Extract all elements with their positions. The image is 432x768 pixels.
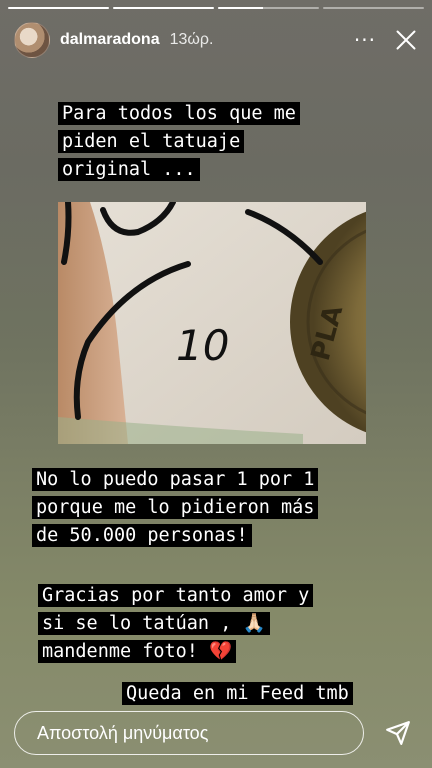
progress-segment (8, 7, 109, 9)
username[interactable]: dalmaradona (60, 31, 160, 49)
tattoo-number: 10 (176, 321, 229, 370)
caption-middle: No lo puedo pasar 1 por 1 porque me lo p… (32, 466, 319, 550)
caption-line: Gracias por tanto amor y (38, 584, 314, 607)
caption-line: original ... (58, 158, 200, 181)
caption-top: Para todos los que me piden el tatuaje o… (58, 100, 300, 184)
post-time: 13ώρ. (169, 31, 214, 48)
caption-thanks: Gracias por tanto amor y si se lo tatúan… (38, 582, 314, 666)
caption-line: No lo puedo pasar 1 por 1 (32, 468, 319, 491)
avatar[interactable] (14, 22, 50, 58)
story-progress (8, 7, 424, 9)
more-options-icon[interactable]: ··· (354, 30, 376, 50)
caption-line: Queda en mi Feed tmb (122, 682, 353, 705)
caption-feed: Queda en mi Feed tmb (122, 680, 353, 708)
reply-bar: Αποστολή μηνύματος (14, 710, 418, 756)
caption-line: mandenme foto! 💔 (38, 640, 237, 663)
close-icon[interactable] (394, 28, 418, 52)
caption-line: piden el tatuaje (58, 130, 245, 153)
progress-segment (218, 7, 319, 9)
caption-line: Para todos los que me (58, 102, 300, 125)
progress-segment (113, 7, 214, 9)
tattoo-photo: PLA 10 (58, 202, 366, 444)
caption-line: porque me lo pidieron más (32, 496, 319, 519)
progress-segment (323, 7, 424, 9)
message-input[interactable]: Αποστολή μηνύματος (14, 711, 364, 755)
caption-line: de 50.000 personas! (32, 524, 252, 547)
story-header: dalmaradona 13ώρ. ··· (14, 22, 418, 58)
send-icon[interactable] (378, 713, 418, 753)
caption-line: si se lo tatúan , 🙏🏻 (38, 612, 270, 635)
